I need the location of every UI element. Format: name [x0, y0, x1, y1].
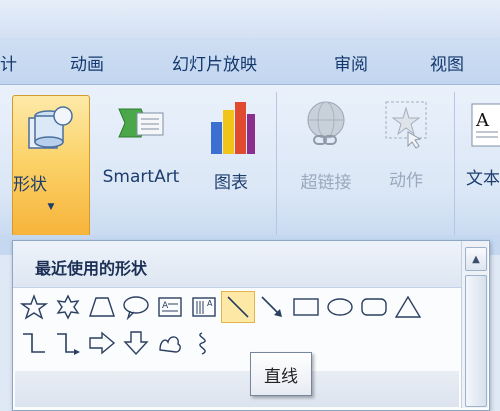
action-label: 动作: [389, 171, 423, 191]
freeform-icon[interactable]: [153, 327, 187, 359]
star-6-point-icon[interactable]: [51, 291, 85, 323]
group-separator: [276, 92, 277, 242]
oval-icon[interactable]: [323, 291, 357, 323]
tab-slideshow[interactable]: 幻灯片放映: [172, 50, 257, 75]
tab-review[interactable]: 审阅: [334, 50, 368, 75]
shapes-icon: [28, 106, 73, 149]
action-icon: [385, 101, 427, 149]
scroll-up-button[interactable]: ▲: [465, 247, 487, 271]
smartart-icon: [118, 108, 164, 138]
smartart-label: SmartArt: [102, 167, 180, 187]
smartart-button[interactable]: SmartArt: [92, 103, 190, 187]
triangle-icon[interactable]: [391, 291, 425, 323]
elbow-arrow-connector-icon[interactable]: [51, 327, 85, 359]
group-separator: [454, 92, 455, 242]
elbow-connector-icon[interactable]: [17, 327, 51, 359]
hyperlink-label: 超链接: [300, 173, 352, 193]
svg-text:A: A: [162, 301, 169, 311]
textbox-button[interactable]: A 文本: [466, 100, 500, 189]
dropdown-arrow-icon: ▼: [47, 202, 55, 212]
rounded-rectangle-icon[interactable]: [357, 291, 391, 323]
dropdown-header: 最近使用的形状: [13, 241, 461, 288]
textbox-label: 文本: [466, 169, 500, 189]
speech-bubble-icon[interactable]: [119, 291, 153, 323]
arrow-icon[interactable]: [255, 291, 289, 323]
ribbon-tabs: 计 动画 幻灯片放映 审阅 视图: [0, 38, 500, 85]
trapezoid-icon[interactable]: [85, 291, 119, 323]
gallery-bottom-band: [15, 371, 459, 407]
title-bar: [0, 0, 500, 39]
tab-view[interactable]: 视图: [430, 50, 464, 75]
tab-design[interactable]: 计: [0, 50, 17, 75]
textbox-icon: A: [471, 103, 500, 147]
vertical-text-box-icon[interactable]: A: [187, 291, 221, 323]
tab-animation[interactable]: 动画: [70, 50, 104, 75]
down-arrow-icon[interactable]: [119, 327, 153, 359]
shapes-button[interactable]: 形状 ▼: [12, 95, 90, 237]
chart-icon: [211, 102, 255, 154]
svg-text:A: A: [207, 299, 213, 308]
text-box-icon[interactable]: A: [153, 291, 187, 323]
scroll-thumb[interactable]: [465, 275, 487, 407]
chart-label: 图表: [214, 173, 248, 193]
dropdown-scrollbar[interactable]: ▲: [461, 241, 488, 408]
shapes-label: 形状: [13, 175, 47, 195]
hyperlink-button: 超链接: [290, 100, 362, 193]
curve-icon[interactable]: [187, 327, 221, 359]
recent-shapes-title: 最近使用的形状: [35, 259, 148, 278]
chart-button[interactable]: 图表: [198, 100, 264, 193]
action-button: 动作: [374, 98, 438, 191]
tooltip: 直线: [250, 352, 312, 396]
star-5-point-icon[interactable]: [17, 291, 51, 323]
rectangle-icon[interactable]: [289, 291, 323, 323]
right-arrow-icon[interactable]: [85, 327, 119, 359]
svg-text:A: A: [475, 110, 490, 131]
hyperlink-icon: [307, 101, 345, 145]
line-icon[interactable]: [221, 291, 255, 323]
